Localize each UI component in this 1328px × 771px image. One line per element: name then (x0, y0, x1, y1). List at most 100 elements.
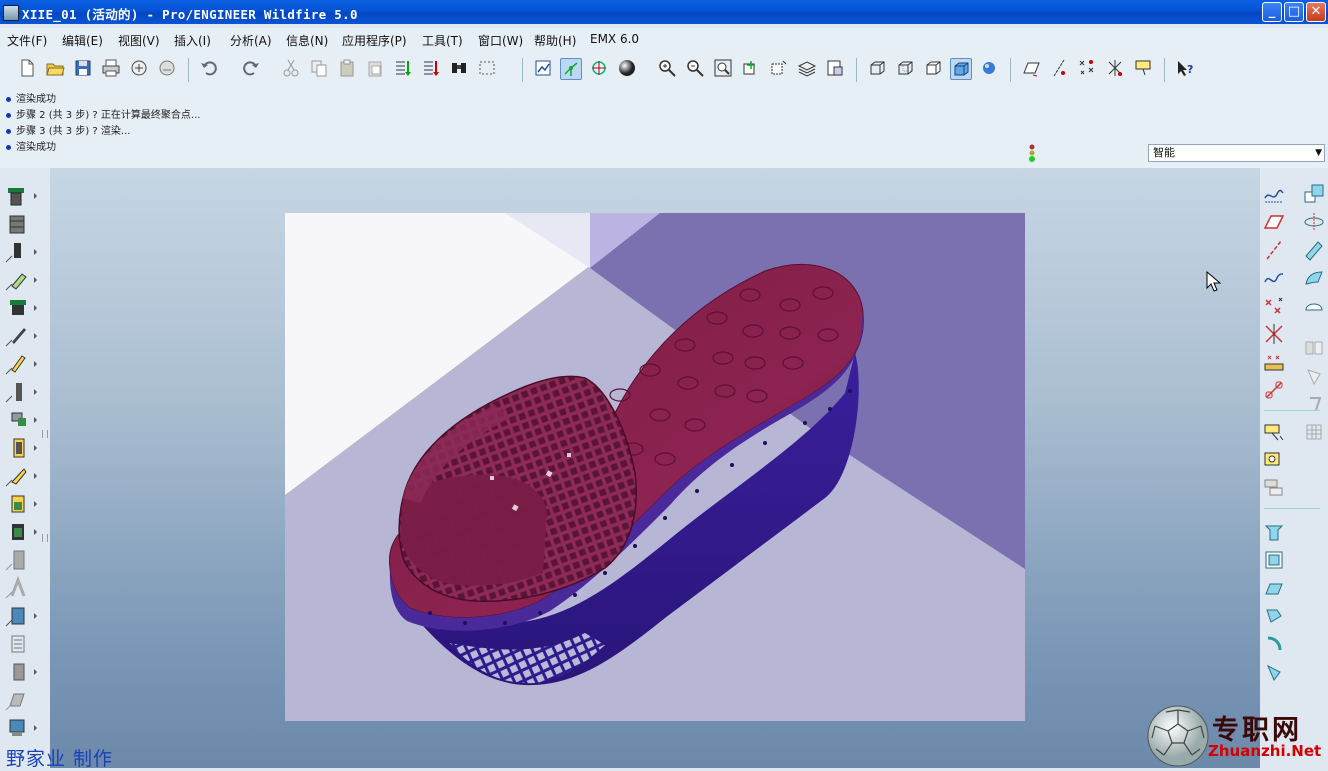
sweep-surface-icon[interactable] (1302, 238, 1326, 262)
zoom-in-icon[interactable] (656, 58, 678, 80)
new-file-icon[interactable] (16, 58, 38, 80)
regeneration-status-icon[interactable] (1026, 143, 1038, 165)
chamfer-tool-icon[interactable] (4, 380, 38, 404)
menu-edit[interactable]: 编辑(E) (62, 32, 103, 49)
context-help-icon[interactable]: ? (1174, 58, 1196, 80)
extrude-tool-icon[interactable] (4, 184, 38, 208)
draft-tool-icon[interactable] (4, 324, 38, 348)
surface-trim-icon[interactable] (1262, 632, 1286, 656)
send-mail-alt-icon[interactable] (156, 58, 178, 80)
copy-icon[interactable] (308, 58, 330, 80)
regen-manager-icon[interactable] (420, 58, 442, 80)
datum-planes-icon[interactable] (1020, 58, 1042, 80)
toolbar-scroll-handle[interactable] (42, 430, 48, 438)
coordinate-systems-icon[interactable] (1104, 58, 1126, 80)
menu-view[interactable]: 视图(V) (118, 32, 160, 49)
shell-tool-icon[interactable] (4, 268, 38, 292)
datum-point-icon[interactable] (1262, 294, 1286, 318)
enhanced-realism-icon[interactable] (978, 58, 1000, 80)
style-tool-icon[interactable] (4, 688, 38, 712)
udf-library-icon[interactable] (1262, 448, 1286, 472)
paste-icon[interactable] (336, 58, 358, 80)
sketch-tool-icon[interactable] (1262, 182, 1286, 206)
blend-surface-icon[interactable] (1302, 266, 1326, 290)
coordinate-system-icon[interactable] (1262, 322, 1286, 346)
solidify-tool-icon[interactable] (4, 660, 38, 684)
hole-tool-icon[interactable] (4, 240, 38, 264)
sweep-tool-icon[interactable] (4, 408, 38, 432)
open-folder-icon[interactable] (44, 58, 66, 80)
revolve-surface-icon[interactable] (1302, 210, 1326, 234)
pattern-tool-icon[interactable] (4, 492, 38, 516)
surface-extend-icon[interactable] (1262, 660, 1286, 684)
chain-link-icon[interactable] (1262, 378, 1286, 402)
revolve-tool-icon[interactable] (4, 212, 38, 236)
round-tool-icon[interactable] (4, 352, 38, 376)
datum-axis-icon[interactable] (1262, 238, 1286, 262)
datum-plane-icon[interactable] (1262, 210, 1286, 234)
saved-views-icon[interactable] (768, 58, 790, 80)
boundary-surface-icon[interactable] (1302, 294, 1326, 318)
layers-icon[interactable] (796, 58, 818, 80)
blend-tool-icon[interactable] (4, 436, 38, 460)
menu-file[interactable]: 文件(F) (7, 32, 47, 49)
merge-surface-icon[interactable] (1302, 364, 1326, 388)
save-icon[interactable] (72, 58, 94, 80)
repaint-icon[interactable] (532, 58, 554, 80)
curve-from-equation-icon[interactable] (1262, 520, 1286, 544)
undo-icon[interactable] (198, 58, 220, 80)
offset-tool-icon[interactable] (4, 604, 38, 628)
minimize-button[interactable]: _ (1262, 2, 1282, 22)
spin-center-icon[interactable] (560, 58, 582, 80)
refit-icon[interactable] (712, 58, 734, 80)
zoom-out-icon[interactable] (684, 58, 706, 80)
trim-tool-icon[interactable] (4, 575, 38, 600)
mirror-tool-icon[interactable] (4, 520, 38, 544)
reorient-icon[interactable] (740, 58, 762, 80)
menu-applications[interactable]: 应用程序(P) (342, 32, 407, 49)
find-icon[interactable] (448, 58, 470, 80)
menu-window[interactable]: 窗口(W) (478, 32, 523, 49)
send-mail-icon[interactable] (128, 58, 150, 80)
view-manager-icon[interactable] (824, 58, 846, 80)
annotations-icon[interactable] (1132, 58, 1154, 80)
menu-tools[interactable]: 工具(T) (422, 32, 463, 49)
select-box-icon[interactable] (476, 58, 498, 80)
freeform-tool-icon[interactable] (4, 716, 38, 740)
wireframe-icon[interactable] (866, 58, 888, 80)
datum-points-icon[interactable] (1076, 58, 1098, 80)
orient-mode-icon[interactable] (588, 58, 610, 80)
cut-icon[interactable] (280, 58, 302, 80)
rib-tool-icon[interactable] (4, 296, 38, 320)
scale-model-icon[interactable] (1302, 182, 1326, 206)
warp-tool-icon[interactable] (4, 464, 38, 488)
close-button[interactable]: ✕ (1306, 2, 1326, 22)
menu-info[interactable]: 信息(N) (286, 32, 328, 49)
analysis-feature-icon[interactable] (1262, 350, 1286, 374)
print-icon[interactable] (100, 58, 122, 80)
paste-special-icon[interactable] (364, 58, 386, 80)
shading-icon[interactable] (950, 58, 972, 80)
regenerate-icon[interactable] (392, 58, 414, 80)
surface-fill-icon[interactable] (1262, 548, 1286, 572)
menu-insert[interactable]: 插入(I) (174, 32, 211, 49)
datum-curve-icon[interactable] (1262, 266, 1286, 290)
redo-icon[interactable] (240, 58, 262, 80)
copy-geometry-icon[interactable] (1262, 476, 1286, 500)
no-hidden-icon[interactable] (922, 58, 944, 80)
surface-offset-icon[interactable] (1262, 604, 1286, 628)
maximize-button[interactable]: □ (1284, 2, 1304, 22)
annotation-feature-icon[interactable] (1262, 420, 1286, 444)
hidden-line-icon[interactable] (894, 58, 916, 80)
boundary-blend-icon[interactable] (1262, 576, 1286, 600)
appearance-sphere-icon[interactable] (616, 58, 638, 80)
grid-pattern-icon[interactable] (1302, 420, 1326, 444)
merge-tool-icon[interactable] (4, 548, 38, 572)
mirror-surface-icon[interactable] (1302, 336, 1326, 360)
menu-emx[interactable]: EMX 6.0 (590, 32, 639, 46)
menu-help[interactable]: 帮助(H) (534, 32, 576, 49)
rendered-model-view[interactable] (285, 213, 1025, 721)
menu-analysis[interactable]: 分析(A) (230, 32, 272, 49)
toolbar-scroll-handle[interactable] (42, 534, 48, 542)
thicken-tool-icon[interactable] (4, 632, 38, 656)
